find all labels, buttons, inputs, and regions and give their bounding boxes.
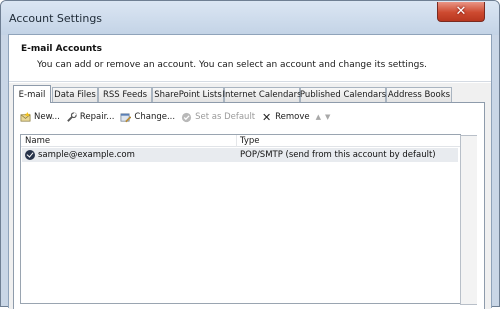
list-scrollbar[interactable] — [460, 135, 477, 305]
tab-sharepoint-lists[interactable]: SharePoint Lists — [152, 87, 224, 102]
change-icon — [120, 112, 132, 122]
page-description: You can add or remove an account. You ca… — [37, 60, 427, 70]
remove-button[interactable]: ✕ Remove — [261, 112, 310, 123]
set-default-button-label: Set as Default — [195, 112, 256, 122]
remove-icon: ✕ — [262, 110, 272, 124]
list-header: Name Type — [21, 135, 460, 147]
default-account-check-icon — [25, 150, 35, 160]
tab-published-calendars[interactable]: Published Calendars — [300, 87, 386, 102]
change-button[interactable]: Change... — [120, 112, 175, 123]
move-down-icon: ▼ — [325, 113, 331, 121]
account-list[interactable]: Name Type sample@example.com POP/SMTP (s… — [20, 134, 477, 305]
email-tab-panel: New... Repair... Change... Set as Defaul… — [13, 102, 485, 309]
tab-address-books[interactable]: Address Books — [386, 87, 452, 102]
account-type: POP/SMTP (send from this account by defa… — [240, 150, 436, 160]
move-up-icon: ▲ — [315, 113, 322, 121]
new-account-icon — [20, 111, 31, 122]
repair-button-label: Repair... — [79, 112, 115, 122]
new-button-label: New... — [34, 112, 60, 122]
tab-internet-calendars[interactable]: Internet Calendars — [222, 87, 302, 102]
repair-icon — [67, 111, 77, 122]
repair-button[interactable]: Repair... — [66, 111, 115, 123]
move-down-button[interactable]: ▼ — [325, 113, 330, 121]
set-default-button[interactable]: Set as Default — [181, 112, 255, 123]
header-area: E-mail Accounts You can add or remove an… — [9, 35, 491, 82]
column-header-name[interactable]: Name — [25, 136, 50, 146]
close-icon: ✕ — [455, 4, 467, 19]
tab-email[interactable]: E-mail — [13, 85, 51, 103]
change-button-label: Change... — [134, 112, 176, 122]
title-bar[interactable]: Account Settings ✕ — [1, 1, 499, 35]
table-row[interactable]: sample@example.com POP/SMTP (send from t… — [22, 148, 458, 162]
tab-data-files[interactable]: Data Files — [52, 87, 98, 102]
page-title: E-mail Accounts — [21, 44, 102, 54]
tab-rss-feeds[interactable]: RSS Feeds — [98, 87, 152, 102]
close-button[interactable]: ✕ — [437, 2, 485, 22]
account-settings-window: Account Settings ✕ E-mail Accounts You c… — [0, 0, 500, 309]
account-name: sample@example.com — [38, 150, 135, 160]
window-title: Account Settings — [9, 12, 103, 25]
set-default-icon — [181, 112, 192, 122]
account-toolbar: New... Repair... Change... Set as Defaul… — [20, 109, 336, 125]
new-button[interactable]: New... — [20, 111, 60, 123]
dialog-body: E-mail Accounts You can add or remove an… — [8, 34, 492, 309]
column-divider[interactable] — [236, 135, 237, 147]
remove-button-label: Remove — [275, 112, 310, 122]
column-header-type[interactable]: Type — [240, 136, 260, 146]
move-up-button[interactable]: ▲ — [316, 113, 321, 121]
